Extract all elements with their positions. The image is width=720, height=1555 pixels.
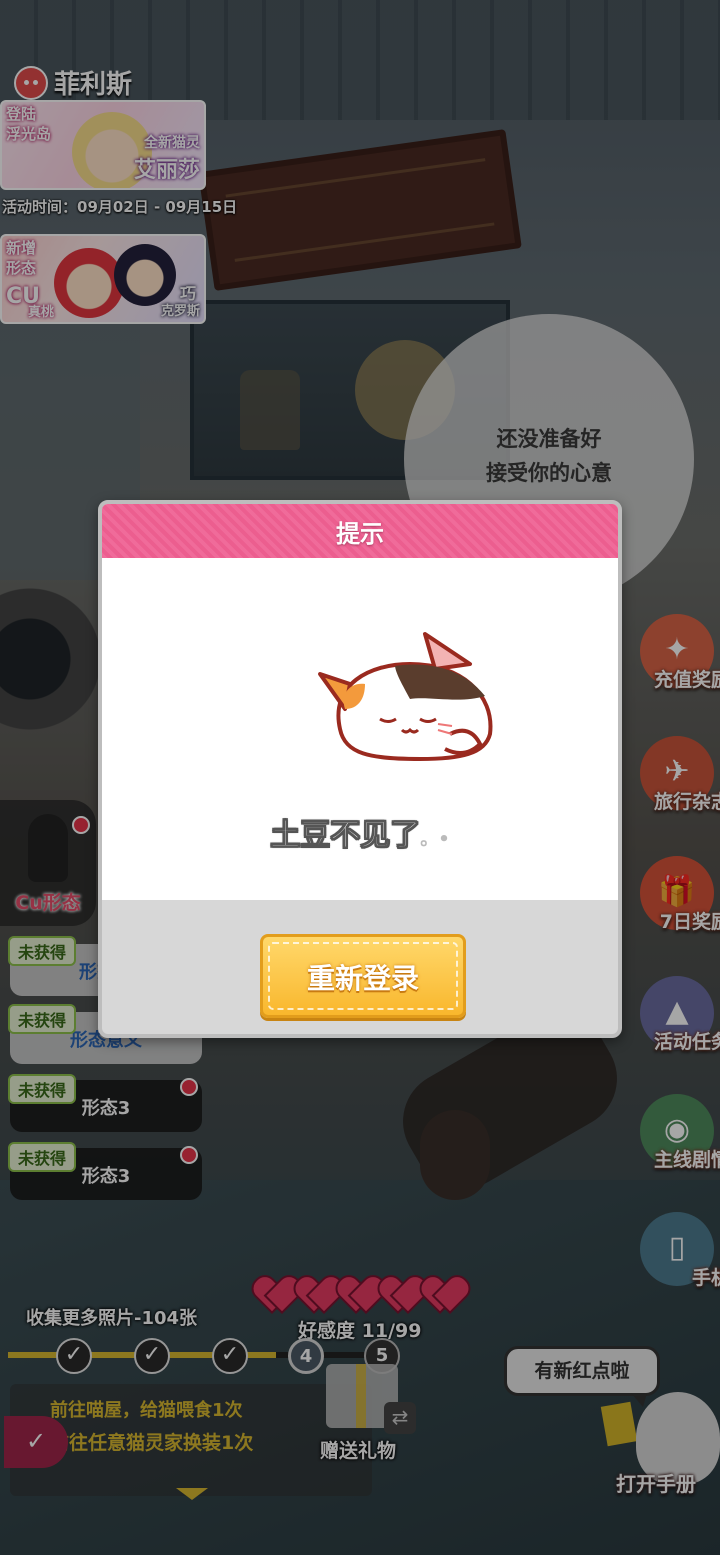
- relogin-button-label: 重新登录: [306, 962, 419, 995]
- dialog-message-text: 土豆不见了: [270, 818, 421, 854]
- sleeping-cat-icon: [318, 632, 493, 762]
- dialog-body: 土豆不见了。•: [102, 558, 618, 900]
- dialog-message: 土豆不见了。•: [102, 810, 618, 854]
- relogin-button[interactable]: 重新登录: [260, 934, 466, 1018]
- dialog-header: 提示: [102, 504, 618, 558]
- alert-dialog: 提示 土豆不见了。• 重新登录: [98, 500, 622, 1038]
- dialog-title: 提示: [336, 520, 384, 548]
- dialog-message-tail: 。•: [420, 829, 450, 850]
